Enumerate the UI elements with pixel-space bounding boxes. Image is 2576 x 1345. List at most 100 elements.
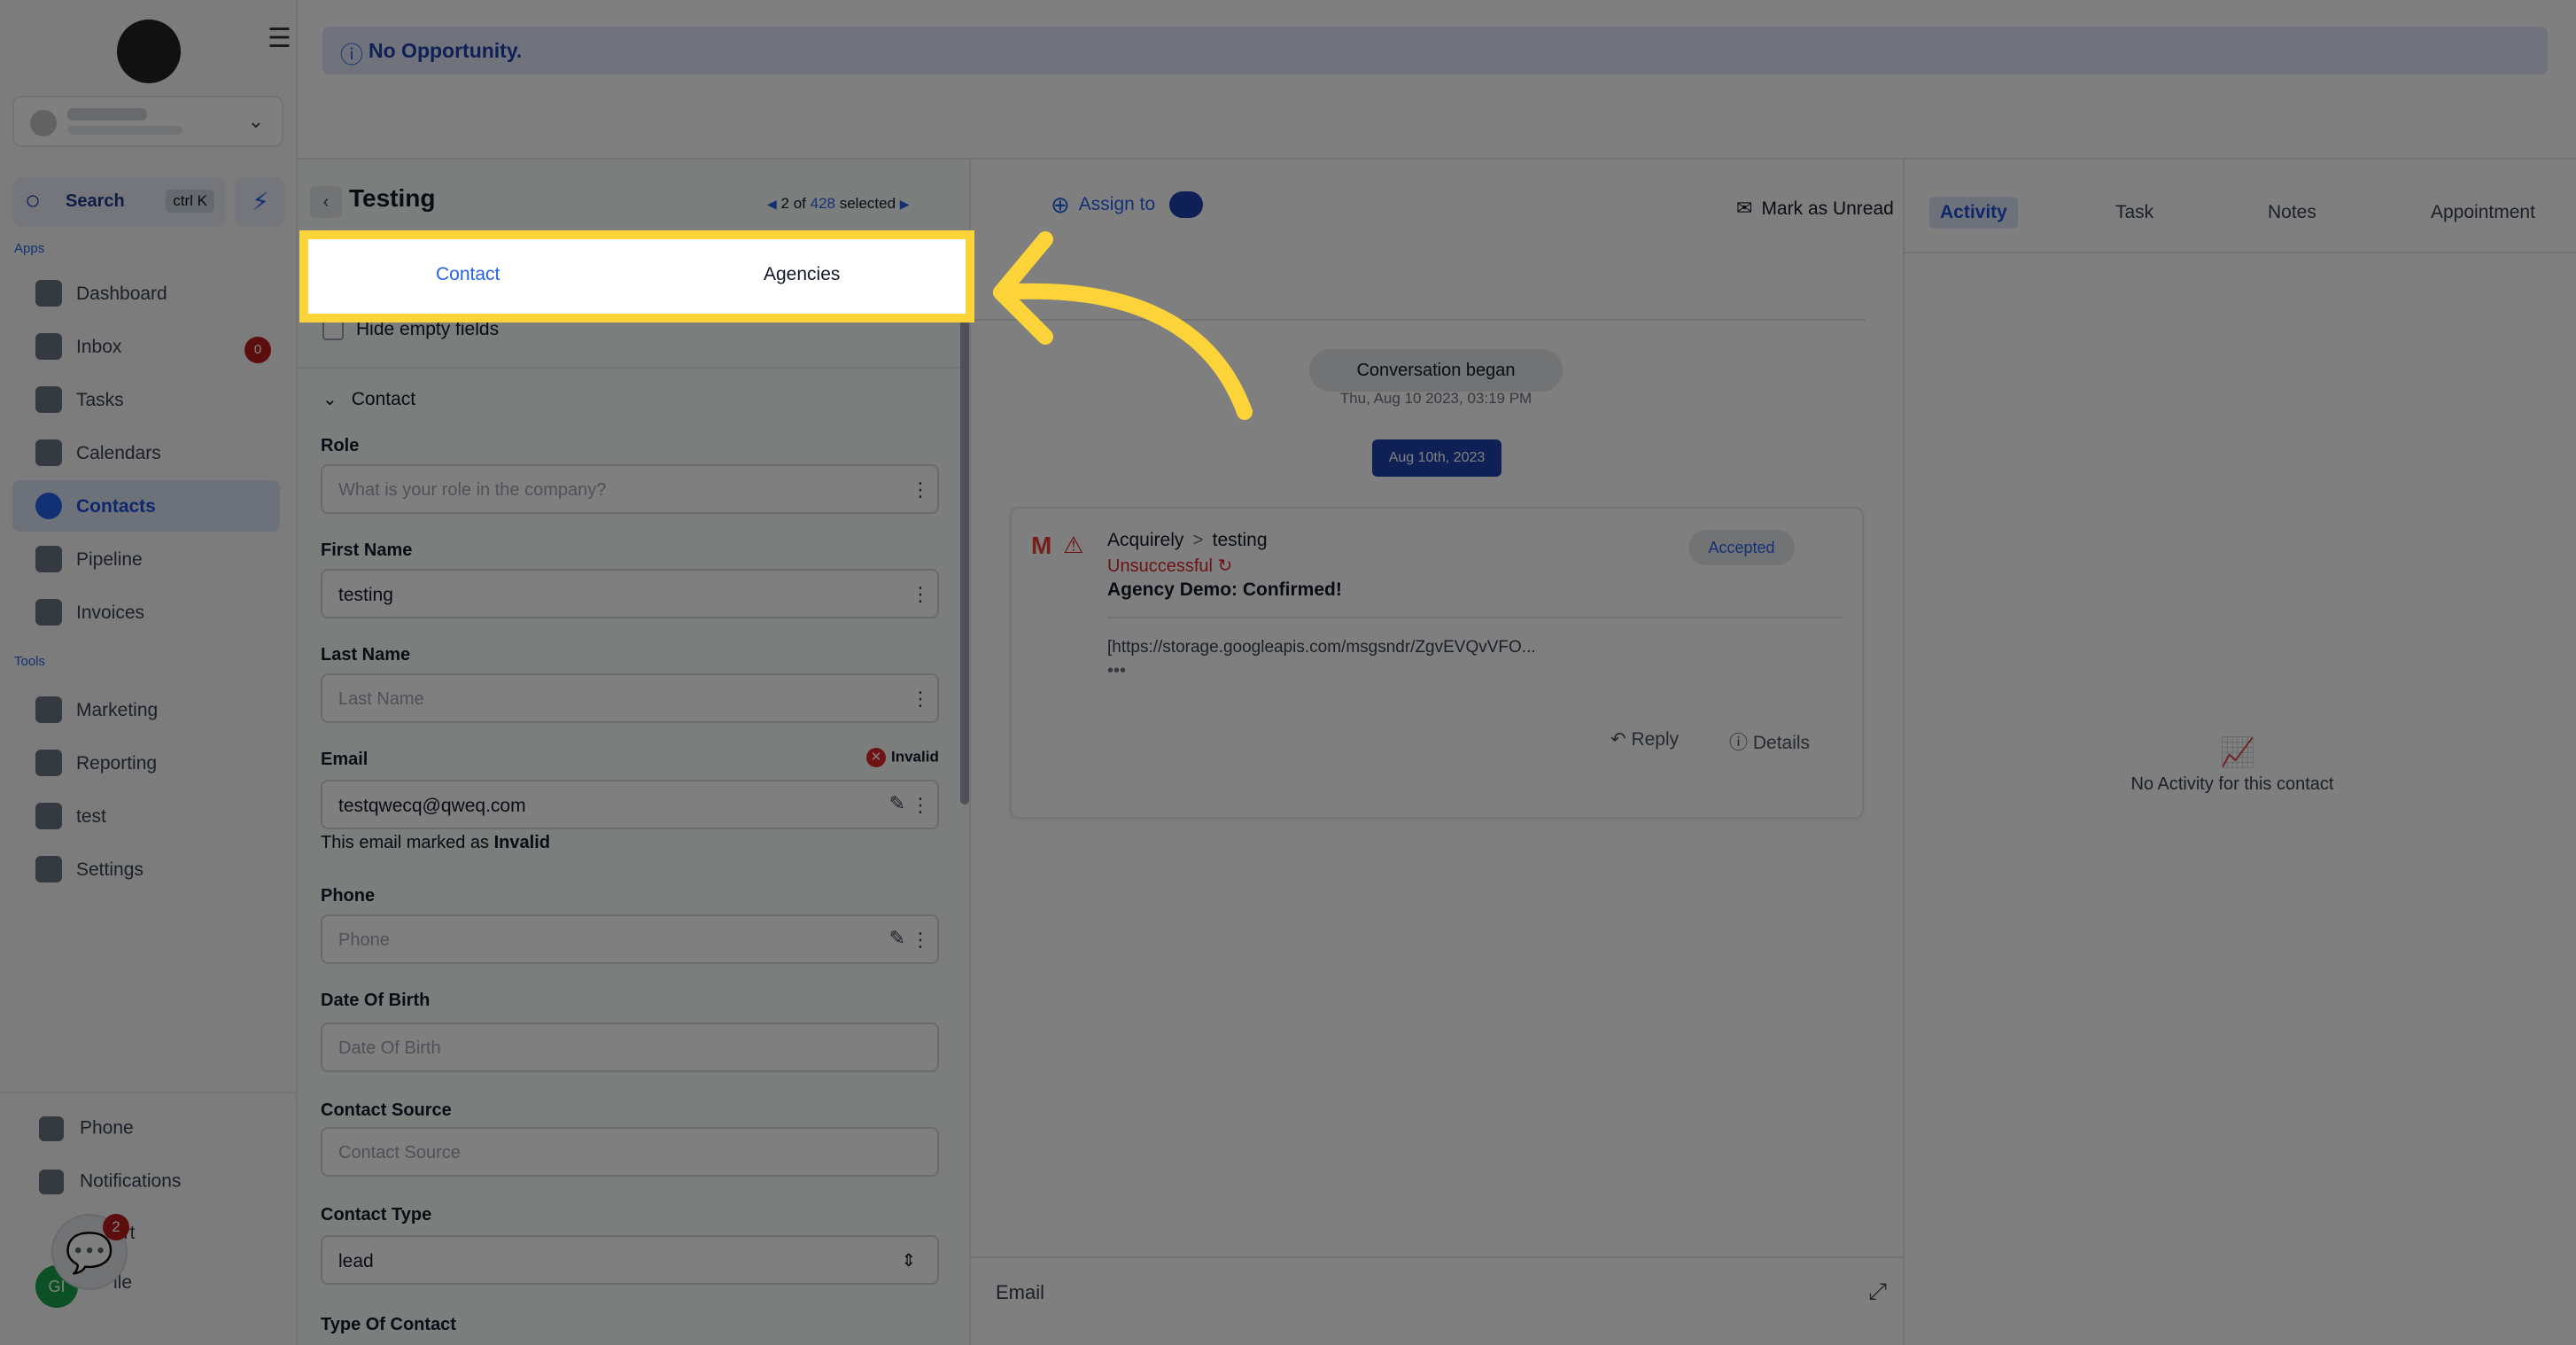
dashboard-icon — [35, 280, 62, 307]
app-root: ☰ ⌄ ○ Search ctrl K ⚡ Apps Dashboard Inb… — [0, 0, 2576, 1345]
reply-button[interactable]: ↶ Reply — [1610, 728, 1679, 750]
previous-record-icon[interactable]: ◀ — [767, 197, 777, 211]
collapse-sidebar-icon[interactable]: ☰ — [268, 23, 291, 54]
contact-section-header[interactable]: ⌄ Contact — [322, 388, 415, 410]
sidebar-item-inbox[interactable]: Inbox 0 — [12, 321, 280, 372]
tab-notes[interactable]: Notes — [2268, 202, 2316, 223]
search-label: Search — [66, 191, 125, 211]
sidebar-item-label: Calendars — [76, 443, 161, 463]
contact-source-label: Contact Source — [321, 1100, 452, 1120]
phone-field[interactable]: Phone ✎ ⋮ — [321, 914, 939, 964]
message-subject: Agency Demo: Confirmed! — [1107, 579, 1342, 600]
retry-icon[interactable]: ↻ — [1218, 556, 1233, 576]
tab-appointment[interactable]: Appointment — [2431, 202, 2535, 223]
activity-header-divider — [1903, 252, 2576, 253]
tools-section-label: Tools — [14, 654, 46, 669]
type-of-contact-label: Type Of Contact — [321, 1315, 456, 1334]
accessibility-icon — [35, 803, 62, 829]
expand-dots-icon[interactable]: ••• — [1107, 661, 1126, 681]
delivery-status[interactable]: Unsuccessful ↻ — [1107, 555, 1232, 577]
role-field[interactable]: What is your role in the company? ⋮ — [321, 464, 939, 514]
sidebar-item-label: Contacts — [76, 496, 156, 517]
record-pager: ◀ 2 of 428 selected ▶ — [767, 195, 910, 213]
sidebar-item-pipeline[interactable]: Pipeline — [12, 533, 280, 585]
sidebar-item-phone[interactable]: Phone — [39, 1116, 134, 1141]
megaphone-icon — [35, 696, 62, 723]
pencil-icon[interactable]: ✎ — [889, 792, 905, 815]
email-field[interactable]: testqwecq@qweq.com ✎ ⋮ — [321, 780, 939, 829]
custom-value-icon[interactable]: ⋮ — [911, 478, 930, 501]
back-button[interactable]: ‹ — [310, 186, 342, 218]
opportunity-banner: ⓘ No Opportunity. — [322, 27, 2548, 74]
sidebar-item-contacts[interactable]: Contacts — [12, 480, 280, 532]
company-logo — [117, 19, 181, 83]
last-name-field[interactable]: Last Name ⋮ — [321, 673, 939, 723]
sidebar-item-label: Dashboard — [76, 284, 167, 304]
mark-as-unread-button[interactable]: ✉ Mark as Unread — [1736, 197, 1894, 220]
first-name-field[interactable]: testing ⋮ — [321, 569, 939, 618]
envelope-icon: ✉ — [1736, 197, 1753, 219]
sidebar-item-reporting[interactable]: Reporting — [12, 737, 280, 789]
sidebar-item-calendars[interactable]: Calendars — [12, 427, 280, 478]
sidebar-item-marketing[interactable]: Marketing — [12, 684, 280, 735]
search-shortcut: ctrl K — [166, 190, 214, 213]
sidebar-item-label: Inbox — [76, 337, 122, 357]
composer[interactable]: Email ⤢ — [971, 1256, 1903, 1345]
account-address-blurred — [67, 126, 182, 135]
custom-value-icon[interactable]: ⋮ — [911, 583, 930, 606]
message-card[interactable]: M ⚠ Acquirely > testing Unsuccessful ↻ Age… — [1010, 507, 1864, 819]
dob-field[interactable]: Date Of Birth — [321, 1022, 939, 1072]
details-label: Details — [1752, 733, 1811, 753]
sidebar-item-tasks[interactable]: Tasks — [12, 374, 280, 425]
sidebar-item-notifications[interactable]: Notifications — [39, 1170, 181, 1194]
composer-channel[interactable]: Email — [996, 1281, 1044, 1304]
role-label: Role — [321, 436, 360, 455]
sidebar-item-test[interactable]: test — [12, 790, 280, 842]
tab-activity[interactable]: Activity — [1929, 197, 2018, 229]
last-name-placeholder: Last Name — [338, 689, 424, 709]
custom-value-icon[interactable]: ⋮ — [911, 794, 930, 817]
contact-source-placeholder: Contact Source — [338, 1143, 461, 1162]
assignee-avatar[interactable] — [1169, 191, 1203, 218]
panel-scrollbar[interactable] — [960, 319, 969, 805]
sidebar-item-label: test — [76, 806, 106, 827]
sidebar-item-label: Tasks — [76, 390, 124, 410]
reply-label: Reply — [1631, 729, 1680, 750]
chat-unread-badge: 2 — [103, 1214, 129, 1240]
sidebar-item-dashboard[interactable]: Dashboard — [12, 268, 280, 319]
assign-to-button[interactable]: ⊕ Assign to — [1051, 191, 1155, 219]
account-switcher[interactable]: ⌄ — [12, 96, 283, 147]
error-x-icon: ✕ — [866, 748, 886, 767]
sidebar-item-label: Pipeline — [76, 549, 143, 570]
message-body: [https://storage.googleapis.com/msgsndr/… — [1107, 638, 1536, 657]
email-helper-text: This email marked as Invalid — [321, 833, 550, 853]
pager-prefix: 2 of — [780, 195, 806, 212]
gear-icon — [35, 856, 62, 882]
custom-value-icon[interactable]: ⋮ — [911, 688, 930, 711]
pager-count[interactable]: 428 — [811, 195, 835, 212]
contact-type-select[interactable]: lead ⇕ — [321, 1235, 939, 1285]
contact-source-field[interactable]: Contact Source — [321, 1127, 939, 1177]
next-record-icon[interactable]: ▶ — [900, 197, 910, 211]
date-chip: Aug 10th, 2023 — [1372, 439, 1501, 477]
pointer-arrow-icon — [993, 231, 1253, 420]
sidebar: ☰ ⌄ ○ Search ctrl K ⚡ Apps Dashboard Inb… — [0, 0, 298, 1345]
search-button[interactable]: ○ Search ctrl K — [12, 177, 225, 227]
quick-actions-bolt-icon[interactable]: ⚡ — [236, 177, 285, 227]
pencil-icon[interactable]: ✎ — [889, 927, 905, 950]
account-name-blurred — [67, 108, 147, 121]
sidebar-item-invoices[interactable]: Invoices — [12, 587, 280, 638]
pager-suffix: selected — [839, 195, 896, 212]
tab-task[interactable]: Task — [2115, 202, 2153, 223]
phone-placeholder: Phone — [338, 930, 390, 950]
email-helper-prefix: This email marked as — [321, 833, 490, 852]
details-button[interactable]: ⓘ Details — [1729, 728, 1810, 755]
custom-value-icon[interactable]: ⋮ — [911, 929, 930, 952]
sidebar-item-settings[interactable]: Settings — [12, 844, 280, 895]
expand-icon[interactable]: ⤢ — [1868, 1278, 1887, 1306]
hide-empty-checkbox[interactable] — [322, 319, 344, 341]
pie-chart-icon — [35, 750, 62, 776]
contact-type-value: lead — [338, 1251, 374, 1271]
assign-label: Assign to — [1078, 194, 1156, 215]
bell-icon — [39, 1170, 64, 1194]
